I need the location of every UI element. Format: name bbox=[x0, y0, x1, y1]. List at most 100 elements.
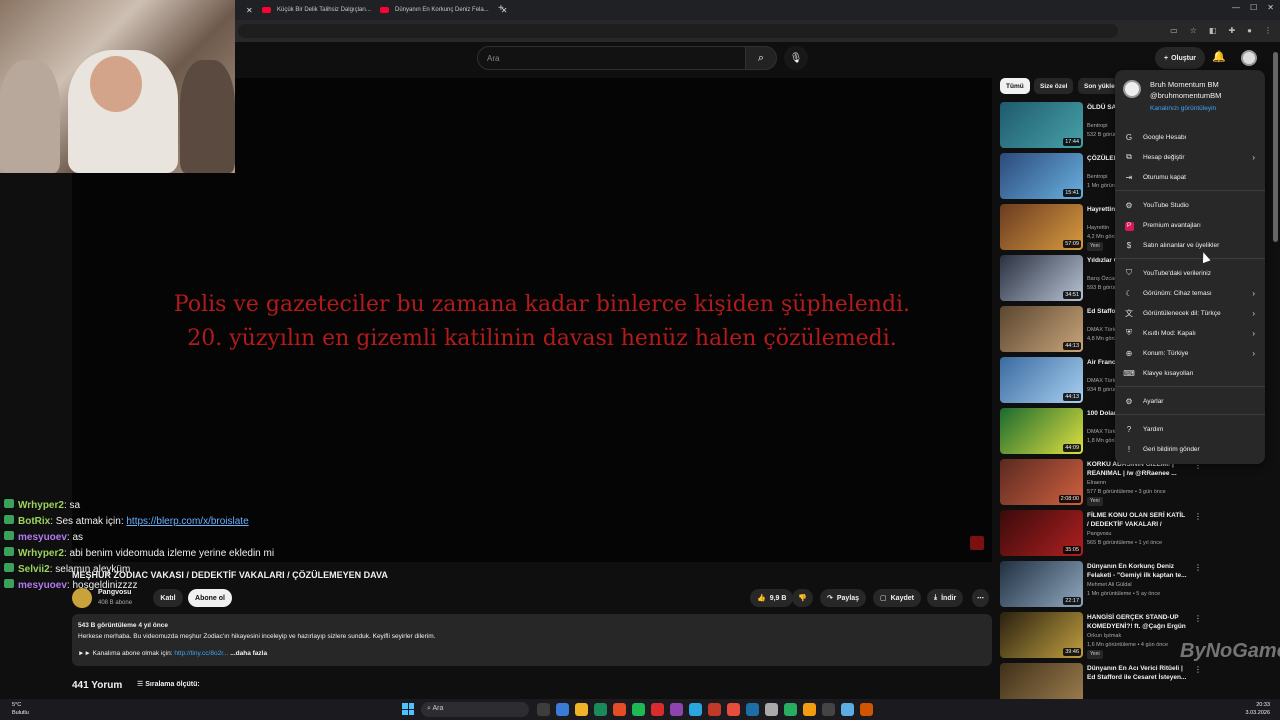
taskbar-app-icon[interactable] bbox=[556, 703, 569, 716]
search-input[interactable]: Ara bbox=[477, 46, 747, 70]
related-title[interactable]: HANGİSİ GERÇEK STAND-UP KOMEDYENİ?! ft. … bbox=[1087, 613, 1187, 631]
more-vertical-icon[interactable]: ⋮ bbox=[1194, 614, 1202, 623]
menu-item[interactable]: ⚙ Ayarlar bbox=[1115, 392, 1265, 410]
page-scrollbar[interactable] bbox=[1273, 42, 1279, 702]
url-field[interactable] bbox=[238, 24, 1118, 38]
browser-tab-2[interactable]: Dünyanın En Korkunç Deniz Fela... ✕ bbox=[380, 2, 507, 18]
puzzle-icon[interactable]: ✚ bbox=[1228, 26, 1235, 35]
video-thumbnail[interactable]: 57:09 bbox=[1000, 204, 1083, 250]
taskbar-app-icon[interactable] bbox=[689, 703, 702, 716]
video-thumbnail[interactable]: 34:51 bbox=[1000, 255, 1083, 301]
menu-item[interactable]: ☾ Görünüm: Cihaz teması › bbox=[1115, 284, 1265, 302]
account-avatar[interactable] bbox=[1241, 50, 1257, 66]
taskbar-app-icon[interactable] bbox=[803, 703, 816, 716]
video-thumbnail[interactable]: 17:44 bbox=[1000, 102, 1083, 148]
more-vertical-icon[interactable]: ⋮ bbox=[1194, 665, 1202, 674]
tab-close-icon[interactable]: ✕ bbox=[240, 2, 253, 18]
menu-item[interactable]: G Google Hesabı bbox=[1115, 128, 1265, 146]
taskbar-app-icon[interactable] bbox=[746, 703, 759, 716]
browser-tab-1[interactable]: Küçük Bir Delik Talihsiz Dalgıçları... ✕ bbox=[262, 2, 390, 18]
video-thumbnail[interactable]: 15:41 bbox=[1000, 153, 1083, 199]
search-button[interactable]: ⌕ bbox=[745, 46, 777, 70]
close-window-icon[interactable]: ✕ bbox=[1267, 3, 1274, 12]
bell-icon[interactable]: 🔔 bbox=[1212, 50, 1226, 63]
taskbar-app-icon[interactable] bbox=[670, 703, 683, 716]
channel-watermark-icon[interactable] bbox=[970, 536, 984, 550]
kebab-menu-icon[interactable]: ⋮ bbox=[1264, 26, 1272, 35]
menu-item[interactable]: ⛉ YouTube'daki verileriniz bbox=[1115, 264, 1265, 282]
chat-username[interactable]: mesyuoev bbox=[18, 532, 67, 543]
more-vertical-icon[interactable]: ⋮ bbox=[1194, 563, 1202, 572]
related-title[interactable]: FİLME KONU OLAN SERİ KATİL / DEDEKTİF VA… bbox=[1087, 511, 1187, 529]
related-video[interactable]: 22:17 Dünyanın En Korkunç Deniz Felaketi … bbox=[1000, 561, 1202, 609]
channel-name[interactable]: Pangvosu bbox=[98, 589, 131, 596]
download-button[interactable]: ⤓ İndir bbox=[927, 589, 964, 607]
maximize-icon[interactable]: ☐ bbox=[1250, 3, 1257, 12]
clock[interactable]: 20:33 3.03.2026 bbox=[1246, 701, 1270, 717]
voice-search-button[interactable]: 🎙 bbox=[784, 46, 808, 70]
view-channel-link[interactable]: Kanalınızı görüntüleyin bbox=[1150, 105, 1216, 112]
taskbar-app-icon[interactable] bbox=[537, 703, 550, 716]
weather-widget[interactable]: 5°C Bulutlu bbox=[12, 701, 29, 717]
join-button[interactable]: Katıl bbox=[153, 589, 183, 607]
chip-recent[interactable]: Son yüklenenler bbox=[1078, 78, 1118, 94]
chip-for-you[interactable]: Size özel bbox=[1034, 78, 1074, 94]
description-box[interactable]: 543 B görüntüleme 4 yıl önce Herkese mer… bbox=[72, 614, 992, 666]
profile-icon[interactable]: ● bbox=[1247, 26, 1252, 35]
video-thumbnail[interactable]: 35:05 bbox=[1000, 510, 1083, 556]
menu-item[interactable]: ⊕ Konum: Türkiye › bbox=[1115, 344, 1265, 362]
more-link[interactable]: ...daha fazla bbox=[230, 650, 267, 657]
chat-username[interactable]: Wrhyper2 bbox=[18, 500, 64, 511]
menu-item[interactable]: ? Yardım bbox=[1115, 420, 1265, 438]
taskbar-app-icon[interactable] bbox=[632, 703, 645, 716]
chat-username[interactable]: BotRix bbox=[18, 516, 50, 527]
dislike-button[interactable]: 👎 bbox=[792, 589, 813, 607]
menu-item[interactable]: ⛨ Kısıtlı Mod: Kapalı › bbox=[1115, 324, 1265, 342]
taskbar-search[interactable]: ⌕ Ara bbox=[421, 702, 529, 717]
taskbar-app-icon[interactable] bbox=[594, 703, 607, 716]
taskbar-app-icon[interactable] bbox=[841, 703, 854, 716]
menu-item[interactable]: $ Satın alınanlar ve üyelikler bbox=[1115, 236, 1265, 254]
menu-item[interactable]: P Premium avantajları bbox=[1115, 216, 1265, 234]
scroll-thumb[interactable] bbox=[1273, 52, 1278, 242]
chat-username[interactable]: mesyuoev bbox=[18, 580, 67, 591]
save-button[interactable]: ▢ Kaydet bbox=[873, 589, 921, 607]
sort-button[interactable]: ☰ Sıralama ölçütü: bbox=[137, 680, 200, 688]
menu-item[interactable]: ⌨ Klavye kısayolları bbox=[1115, 364, 1265, 382]
menu-item[interactable]: ⧉ Hesap değiştir › bbox=[1115, 148, 1265, 166]
related-video[interactable]: 39:46 HANGİSİ GERÇEK STAND-UP KOMEDYENİ?!… bbox=[1000, 612, 1202, 660]
related-title[interactable]: Dünyanın En Korkunç Deniz Felaketi - "Ge… bbox=[1087, 562, 1187, 580]
menu-item[interactable]: ⇥ Oturumu kapat bbox=[1115, 168, 1265, 186]
chat-link[interactable]: https://blerp.com/x/broislate bbox=[126, 516, 248, 527]
minimize-icon[interactable]: — bbox=[1232, 3, 1240, 12]
cast-icon[interactable]: ▭ bbox=[1170, 26, 1178, 35]
taskbar-app-icon[interactable] bbox=[613, 703, 626, 716]
taskbar-app-icon[interactable] bbox=[765, 703, 778, 716]
like-button[interactable]: 👍 9,9 B bbox=[750, 589, 794, 607]
chat-username[interactable]: Selvii2 bbox=[18, 564, 50, 575]
extension-icon[interactable]: ◧ bbox=[1209, 26, 1217, 35]
taskbar-app-icon[interactable] bbox=[727, 703, 740, 716]
video-thumbnail[interactable]: 44:13 bbox=[1000, 357, 1083, 403]
taskbar-app-icon[interactable] bbox=[822, 703, 835, 716]
subscribe-button[interactable]: Abone ol bbox=[188, 589, 232, 607]
chip-all[interactable]: Tümü bbox=[1000, 78, 1030, 94]
menu-item[interactable]: ⚙ YouTube Studio bbox=[1115, 196, 1265, 214]
taskbar-app-icon[interactable] bbox=[860, 703, 873, 716]
taskbar-app-icon[interactable] bbox=[575, 703, 588, 716]
related-video[interactable]: 2:08:00 KORKU ADASININ GİZEMİ! | REANIMAL… bbox=[1000, 459, 1202, 507]
related-title[interactable]: Dünyanın En Acı Verici Ritüeli | Ed Staf… bbox=[1087, 664, 1187, 682]
windows-start-icon[interactable] bbox=[402, 703, 414, 715]
taskbar-app-icon[interactable] bbox=[651, 703, 664, 716]
create-button[interactable]: + Oluştur bbox=[1155, 47, 1205, 69]
new-tab-icon[interactable]: + bbox=[498, 3, 504, 14]
menu-item[interactable]: 文 Görüntülenecek dil: Türkçe › bbox=[1115, 304, 1265, 322]
related-video[interactable]: 35:05 FİLME KONU OLAN SERİ KATİL / DEDEKT… bbox=[1000, 510, 1202, 558]
video-thumbnail[interactable]: 2:08:00 bbox=[1000, 459, 1083, 505]
menu-item[interactable]: ! Geri bildirim gönder bbox=[1115, 440, 1265, 458]
channel-avatar[interactable] bbox=[72, 588, 92, 608]
video-thumbnail[interactable]: 39:46 bbox=[1000, 612, 1083, 658]
video-thumbnail[interactable]: 44:13 bbox=[1000, 306, 1083, 352]
share-button[interactable]: ↷ Paylaş bbox=[820, 589, 867, 607]
taskbar-app-icon[interactable] bbox=[784, 703, 797, 716]
